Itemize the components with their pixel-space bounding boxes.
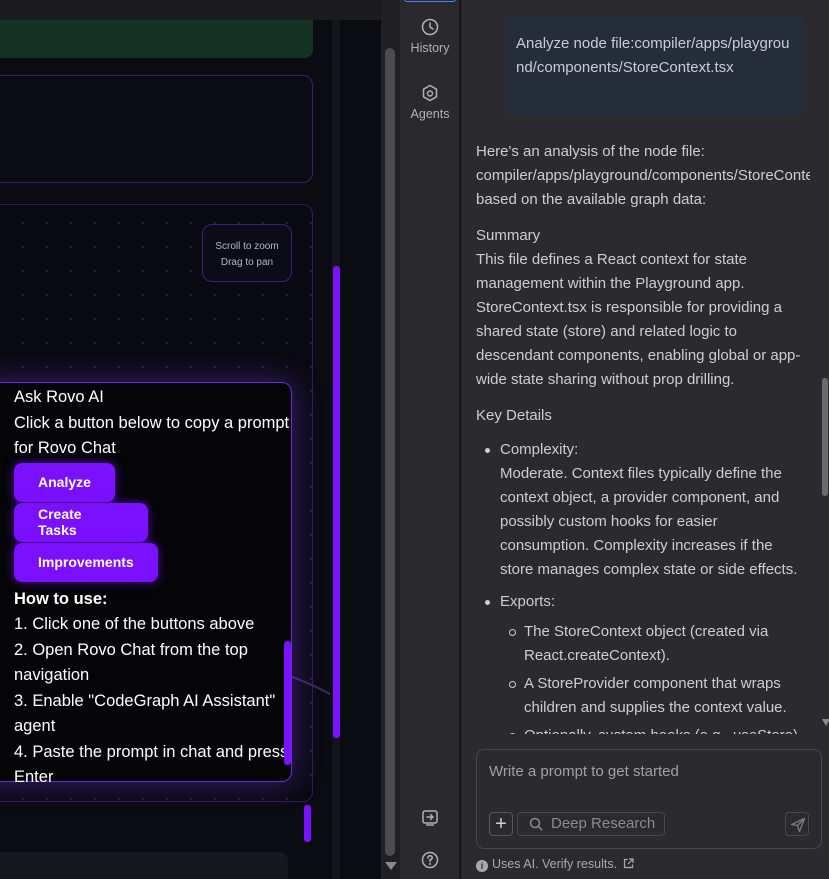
key-details-list: Complexity: Moderate. Context files typi…	[476, 438, 810, 734]
nav-agents-label: Agents	[410, 107, 450, 121]
disclaimer-text: Uses AI. Verify results.	[492, 857, 618, 871]
how-to-step-1: 1. Click one of the buttons above	[14, 615, 255, 633]
node-card-bottom[interactable]	[0, 852, 288, 879]
assistant-message: Here's an analysis of the node file: com…	[476, 140, 810, 734]
deep-research-label: Deep Research	[551, 815, 656, 832]
deep-research-button[interactable]: Deep Research	[517, 812, 665, 836]
active-nav-indicator	[404, 0, 456, 2]
send-button[interactable]	[785, 812, 809, 836]
ask-card-subtitle: Click a button below to copy a prompt fo…	[14, 413, 290, 458]
export-item: The StoreContext object (created via Rea…	[509, 620, 810, 668]
list-item: Complexity: Moderate. Context files typi…	[485, 438, 810, 582]
nav-history[interactable]: History	[400, 18, 460, 55]
top-bar	[0, 0, 381, 20]
nav-history-label: History	[410, 41, 450, 55]
key-details-heading: Key Details	[476, 407, 552, 424]
exports-label: Exports:	[500, 593, 556, 610]
canvas-scrollbar-thumb[interactable]	[333, 266, 340, 738]
side-nav: History Agents	[400, 0, 460, 879]
info-icon: i	[476, 860, 488, 872]
analyze-button[interactable]: Analyze	[14, 462, 115, 502]
ask-rovo-card: Ask Rovo AI Click a button below to copy…	[0, 382, 292, 786]
assistant-intro: Here's an analysis of the node file: com…	[476, 143, 810, 208]
send-icon	[790, 817, 806, 833]
ask-card-scrollbar[interactable]	[284, 641, 291, 765]
exports-list: The StoreContext object (created via Rea…	[500, 620, 810, 734]
canvas-scrollbar-thumb-secondary[interactable]	[304, 805, 311, 842]
chat-scroll-down-arrow[interactable]	[822, 719, 829, 726]
prompt-composer[interactable]: Write a prompt to get started + Deep Res…	[476, 749, 822, 849]
external-link-icon[interactable]	[623, 858, 634, 869]
complexity-text: Moderate. Context files typically define…	[500, 465, 798, 578]
zoom-hint-drag: Drag to pan	[220, 257, 274, 268]
user-message: Analyze node file:compiler/apps/playgrou…	[504, 16, 803, 116]
complexity-label: Complexity:	[500, 441, 579, 458]
improvements-button[interactable]: Improvements	[14, 542, 158, 582]
summary-heading: Summary	[476, 227, 541, 244]
export-item: A StoreProvider component that wraps chi…	[509, 672, 810, 720]
create-tasks-button[interactable]: Create Tasks	[14, 502, 148, 542]
page-scrollbar-thumb[interactable]	[385, 48, 395, 856]
add-attachment-button[interactable]: +	[489, 812, 513, 836]
how-to-step-4: 4. Paste the prompt in chat and press En…	[14, 742, 289, 787]
graph-panel: Scroll to zoom Drag to pan Ask Rovo AI C…	[0, 0, 381, 879]
page-scrollbar[interactable]	[381, 0, 400, 879]
rovo-chat-panel: Analyze node file:compiler/apps/playgrou…	[461, 0, 829, 879]
scroll-down-arrow[interactable]	[385, 862, 397, 870]
node-card[interactable]	[0, 75, 313, 183]
search-icon	[529, 817, 543, 831]
how-to-step-3: 3. Enable "CodeGraph AI Assistant" agent	[14, 691, 276, 736]
nav-agents[interactable]: Agents	[400, 84, 460, 121]
ai-disclaimer: i Uses AI. Verify results.	[476, 857, 634, 872]
chat-scrollbar-thumb[interactable]	[822, 378, 828, 496]
ask-card-title: Ask Rovo AI	[14, 388, 104, 406]
zoom-hint-scroll: Scroll to zoom	[215, 241, 279, 252]
how-to-title: How to use:	[14, 589, 108, 608]
list-item: Exports: The StoreContext object (create…	[485, 590, 810, 734]
prompt-input[interactable]: Write a prompt to get started	[489, 763, 679, 780]
clock-icon	[421, 18, 439, 36]
export-item: Optionally, custom hooks (e.g., useStore…	[509, 724, 810, 734]
exit-panel-icon[interactable]	[421, 809, 439, 827]
help-icon[interactable]	[421, 851, 439, 869]
zoom-hint: Scroll to zoom Drag to pan	[202, 224, 292, 282]
how-to-step-2: 2. Open Rovo Chat from the top navigatio…	[14, 640, 248, 685]
node-card-green[interactable]	[0, 20, 313, 58]
agents-icon	[422, 84, 438, 102]
summary-text: This file defines a React context for st…	[476, 251, 801, 388]
